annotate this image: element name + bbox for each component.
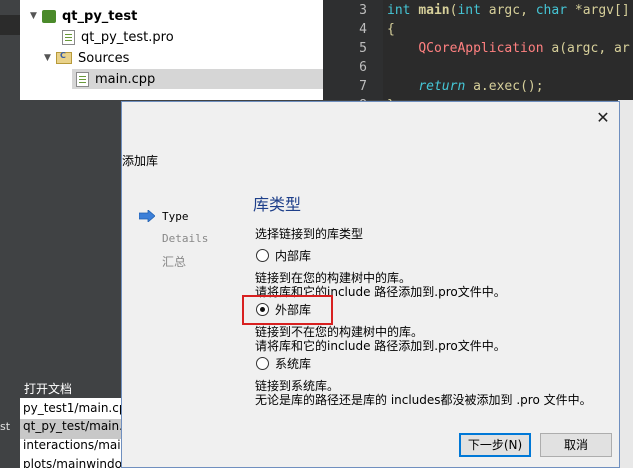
tree-item-label: main.cpp — [95, 71, 156, 87]
tree-item-main-cpp[interactable]: main.cpp — [72, 69, 323, 89]
option-desc: 请将库和它的include 路径添加到.pro文件中。 — [255, 339, 506, 353]
tree-item-sources[interactable]: ▼ Sources — [44, 48, 129, 68]
cancel-button[interactable]: 取消 — [540, 433, 612, 457]
list-item[interactable]: plots/mainwindow.cpp — [23, 457, 122, 468]
open-documents-list: py_test1/main.cpp qt_py_test/main.cpp in… — [20, 398, 122, 468]
option-desc: 无论是库的路径还是库的 includes都没被添加到 .pro 文件中。 — [255, 393, 592, 407]
line-number: 3 — [359, 3, 367, 18]
open-documents-header: 打开文档 — [20, 378, 122, 398]
code-line: { — [387, 22, 395, 37]
mode-sidebar: st — [0, 0, 20, 468]
arrow-right-icon — [139, 210, 155, 222]
section-title: 库类型 — [253, 195, 302, 214]
line-number: 4 — [359, 22, 367, 37]
list-item[interactable]: qt_py_test/main.cpp — [20, 419, 122, 439]
line-number: 7 — [359, 79, 367, 94]
sidebar-fragment: st — [0, 420, 11, 433]
line-number: 5 — [359, 41, 367, 56]
wizard-step-details: Details — [162, 232, 209, 245]
list-item[interactable]: py_test1/main.cpp — [23, 401, 122, 421]
dialog-title: 添加库 — [122, 154, 159, 168]
tree-item-label: qt_py_test.pro — [81, 29, 174, 45]
tree-item-label: Sources — [78, 50, 130, 66]
list-item[interactable]: interactions/main.cpp — [23, 438, 122, 458]
wizard-step-type: Type — [162, 210, 189, 223]
add-library-dialog: ✕ 添加库 Type Details 汇总 库类型 选择链接到的库类型 内部库 … — [121, 101, 620, 468]
option-label-internal[interactable]: 内部库 — [275, 247, 311, 264]
mode-selected[interactable] — [0, 15, 20, 35]
tree-item-pro-file[interactable]: qt_py_test.pro — [62, 27, 174, 47]
folder-icon — [56, 51, 72, 64]
wizard-step-summary: 汇总 — [162, 255, 187, 269]
radio-system-library[interactable] — [256, 357, 269, 370]
line-number: 6 — [359, 60, 367, 75]
tree-item-label: qt_py_test — [62, 8, 138, 24]
line-number-gutter: 3 4 5 6 7 8 — [323, 0, 383, 113]
open-documents-title: 打开文档 — [24, 382, 73, 396]
code-line: return a.exec(); — [418, 79, 544, 94]
radio-internal-library[interactable] — [256, 249, 269, 262]
file-icon — [62, 29, 75, 45]
highlight-box — [242, 295, 333, 325]
project-icon — [42, 9, 56, 23]
code-editor[interactable]: int main(int argc, char *argv[] { QCoreA… — [383, 0, 633, 113]
chevron-down-icon[interactable]: ▼ — [30, 11, 42, 21]
tree-item-project[interactable]: ▼ qt_py_test — [30, 6, 137, 26]
output-panel-edge — [618, 100, 633, 468]
next-button[interactable]: 下一步(N) — [459, 433, 531, 457]
file-icon — [76, 71, 89, 87]
close-icon[interactable]: ✕ — [593, 108, 613, 128]
code-line: int main(int argc, char *argv[] — [387, 3, 630, 18]
chevron-down-icon[interactable]: ▼ — [44, 53, 56, 63]
project-tree: ▼ qt_py_test qt_py_test.pro ▼ Sources ma… — [20, 0, 323, 100]
code-line: QCoreApplication a(argc, ar — [418, 41, 630, 56]
type-prompt: 选择链接到的库类型 — [255, 227, 364, 241]
option-label-system[interactable]: 系统库 — [275, 355, 311, 372]
